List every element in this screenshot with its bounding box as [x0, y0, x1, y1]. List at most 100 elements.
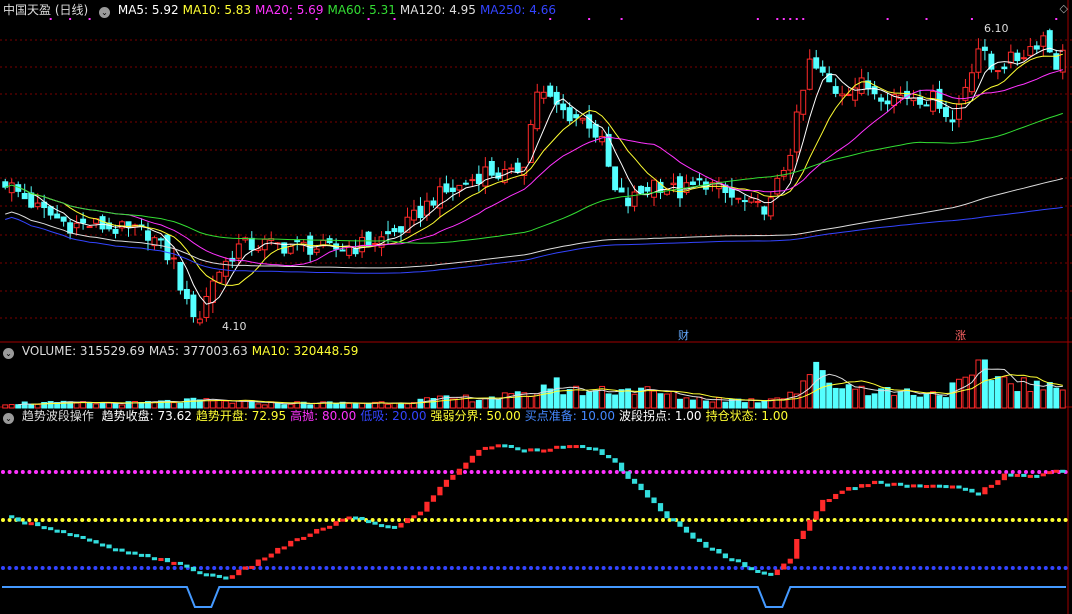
- high-sell-level: [152, 470, 157, 474]
- candle-body: [73, 222, 80, 229]
- candle-body: [346, 246, 353, 256]
- low-buy-level: [911, 566, 916, 570]
- volume-bar: [826, 382, 833, 409]
- strength-level: [304, 518, 309, 522]
- trend-block: [242, 566, 248, 570]
- volume-bar: [605, 393, 612, 409]
- strength-level: [760, 518, 764, 522]
- chevron-down-icon[interactable]: ⌄: [3, 413, 14, 424]
- trend-block: [80, 535, 86, 539]
- high-sell-level: [278, 470, 283, 474]
- low-buy-level: [575, 566, 580, 570]
- trend-block: [236, 569, 242, 576]
- candle-body: [177, 262, 184, 291]
- high-sell-level: [383, 470, 388, 474]
- candle-body: [566, 107, 573, 122]
- low-buy-level: [119, 566, 124, 570]
- candle-body: [391, 228, 398, 233]
- candle-body: [67, 222, 74, 234]
- candle-body: [625, 197, 632, 207]
- low-buy-level: [370, 566, 375, 570]
- high-sell-level: [469, 470, 474, 474]
- strength-level: [595, 518, 599, 522]
- low-buy-level: [403, 566, 408, 570]
- high-sell-level: [944, 470, 949, 474]
- high-sell-level: [443, 470, 448, 474]
- high-sell-level: [502, 470, 507, 474]
- strength-level: [1030, 518, 1035, 522]
- high-sell-level: [839, 470, 844, 474]
- low-buy-level: [258, 566, 263, 570]
- low-buy-level: [139, 566, 144, 570]
- trend-block: [255, 559, 261, 566]
- low-buy-level: [205, 566, 210, 570]
- low-buy-level: [509, 566, 514, 570]
- candle-body: [196, 318, 203, 324]
- high-sell-level: [575, 470, 580, 474]
- diamond-icon[interactable]: ◇: [1060, 2, 1068, 15]
- volume-bar: [657, 393, 664, 409]
- candle-body: [1059, 49, 1066, 73]
- trend-block: [580, 445, 586, 449]
- high-sell-level: [403, 470, 408, 474]
- strength-level: [898, 518, 903, 522]
- trend-block: [515, 447, 521, 451]
- high-sell-level: [931, 470, 936, 474]
- low-buy-level: [232, 566, 236, 570]
- strength-level: [905, 518, 910, 522]
- candle-body: [534, 91, 541, 130]
- high-sell-level: [496, 470, 500, 474]
- volume-bar: [806, 374, 813, 409]
- strength-level: [73, 518, 78, 522]
- indicator-item-6: 波段拐点: 1.00: [618, 409, 702, 423]
- strength-level: [1043, 518, 1048, 522]
- high-sell-level: [971, 470, 976, 474]
- strength-level: [370, 518, 375, 522]
- trend-block: [314, 528, 320, 534]
- trend-block: [164, 558, 171, 563]
- high-sell-level: [357, 470, 362, 474]
- low-buy-level: [489, 566, 494, 570]
- high-sell-level: [218, 470, 223, 474]
- strength-level: [430, 518, 434, 522]
- strength-level: [172, 518, 177, 522]
- trend-block: [774, 569, 780, 576]
- low-buy-level: [720, 566, 725, 570]
- low-buy-level: [944, 566, 949, 570]
- trend-block: [884, 483, 891, 487]
- signal-dot: [789, 18, 792, 20]
- volume-bar: [689, 399, 696, 409]
- low-buy-level: [892, 566, 896, 570]
- candle-body: [209, 280, 216, 303]
- signal-dot: [795, 18, 798, 20]
- high-sell-level: [674, 470, 679, 474]
- trend-block: [482, 446, 488, 450]
- trend-block: [320, 527, 326, 531]
- candle-body: [216, 271, 223, 283]
- strength-level: [647, 518, 652, 522]
- low-buy-level: [793, 566, 797, 570]
- candle-body: [313, 248, 320, 253]
- low-buy-level: [40, 566, 45, 570]
- candle-body: [482, 166, 489, 187]
- high-sell-level: [7, 470, 12, 474]
- high-sell-level: [641, 470, 646, 474]
- chevron-down-icon[interactable]: ⌄: [3, 348, 14, 359]
- trend-block: [852, 487, 858, 491]
- high-sell-level: [482, 470, 487, 474]
- volume-bar: [417, 398, 424, 409]
- strength-level: [199, 518, 203, 522]
- low-buy-level: [133, 566, 137, 570]
- high-sell-level: [146, 470, 151, 474]
- candle-body: [112, 228, 119, 234]
- strength-level: [449, 518, 454, 522]
- trend-block: [99, 543, 106, 547]
- strength-level: [522, 518, 527, 522]
- indicator-item-5: 买点准备: 10.00: [524, 409, 615, 423]
- high-sell-level: [390, 470, 395, 474]
- trend-block: [683, 526, 690, 533]
- candle-body: [508, 167, 515, 170]
- chevron-down-icon[interactable]: ⌄: [99, 7, 111, 18]
- candle-body: [488, 160, 495, 176]
- low-buy-level: [984, 566, 989, 570]
